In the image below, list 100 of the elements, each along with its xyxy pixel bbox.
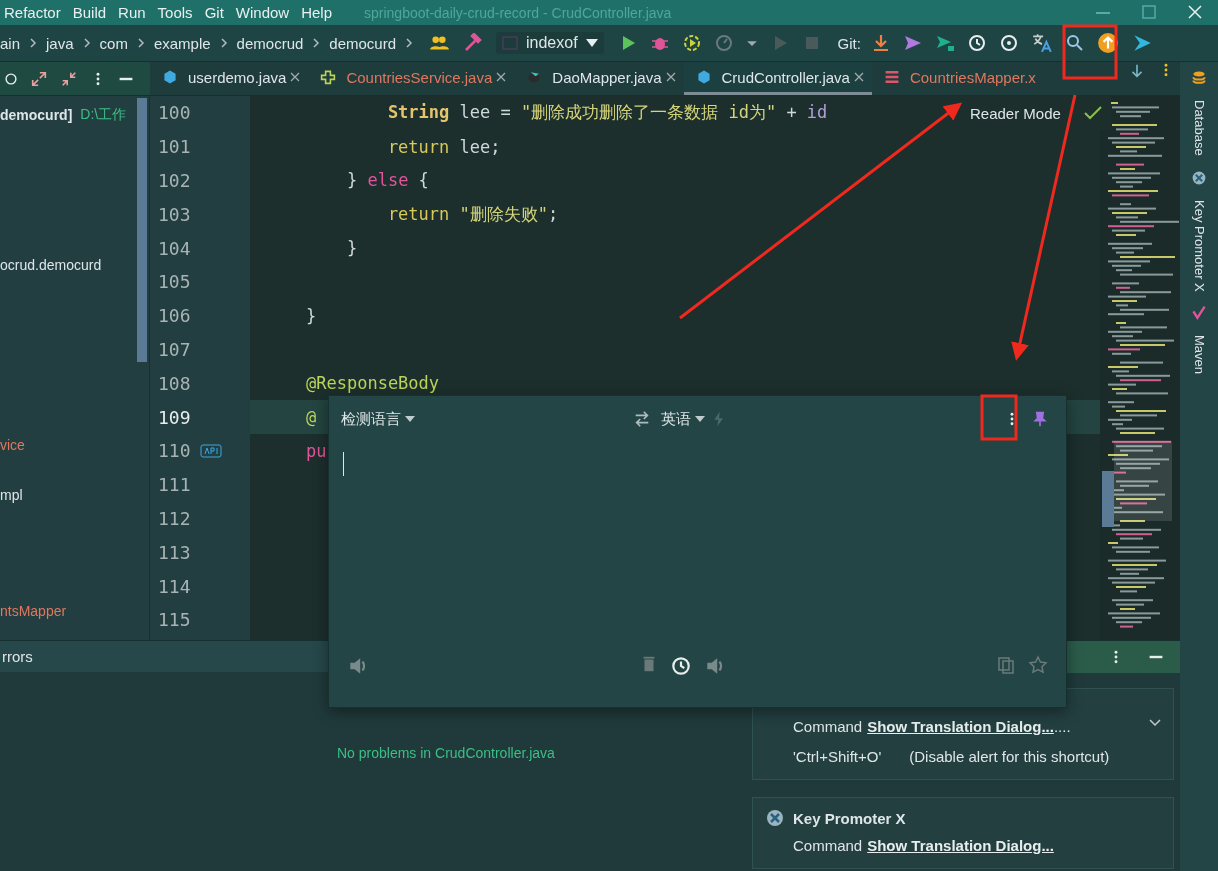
file-tab[interactable]: CountriesService.java [308,62,515,95]
command-link[interactable]: Show Translation Dialog... [867,836,1054,854]
close-icon[interactable] [853,72,864,82]
panel-tab[interactable]: rrors [0,648,90,665]
chevron-icon [218,38,229,48]
line-number: 107 [157,338,192,360]
code-line: } [305,305,317,326]
breadcrumb[interactable]: java [46,34,74,52]
code-line: @ [305,407,317,428]
breadcrumb[interactable]: com [99,34,128,52]
project-tree-item[interactable]: vice [0,437,25,453]
breadcrumb[interactable]: ain [0,34,21,52]
translate-icon[interactable] [1030,32,1053,54]
api-icon[interactable] [200,443,222,458]
status-message: No problems in CrudController.java [337,745,555,761]
file-tab[interactable]: CrudController.java [683,62,872,95]
close-icon[interactable] [665,72,676,82]
breadcrumb[interactable]: democurd [329,34,396,52]
notification-text: Command [793,836,863,854]
breadcrumb[interactable]: democrud [236,34,304,52]
code-line: String lee = "删除成功删除了一条数据 id为" + id [386,101,828,125]
menu-item[interactable]: Refactor [0,4,69,21]
notification-text: Command [793,717,863,735]
highlight-frame [1062,24,1118,80]
chevron-icon [404,38,414,48]
tool-window-tab[interactable]: Key Promoter X [1191,199,1207,292]
swap-icon[interactable] [633,410,651,428]
project-tree-item[interactable]: ocrud.democurd [0,257,102,273]
expand-icon[interactable] [30,69,48,88]
source-language-dropdown[interactable]: 检测语言 [341,409,415,429]
coverage-icon[interactable] [681,33,702,53]
caret-icon [585,39,598,47]
tool-window-tab[interactable]: Database [1191,100,1207,156]
menu-item[interactable]: Window [231,4,298,21]
reader-mode-label[interactable]: Reader Mode [970,104,1061,122]
line-number: 106 [157,305,192,327]
line-number: 115 [157,609,192,631]
menu-item[interactable]: Git [200,4,232,21]
plugin-icon [320,69,337,85]
line-number: 110 [157,440,192,462]
highlight-frame [980,394,1018,441]
file-tab[interactable]: DaoMapper.java [514,62,684,95]
scrollbar[interactable] [137,98,147,362]
breadcrumb[interactable]: example [153,34,211,52]
chevron-down-icon[interactable] [1149,719,1161,727]
send-lock-icon[interactable] [934,33,955,53]
code-minimap[interactable] [1100,96,1180,640]
history-icon[interactable] [669,655,692,677]
project-root[interactable]: democurd] [0,107,73,123]
shortcut-text: 'Ctrl+Shift+O' [793,747,882,765]
disable-alert-link[interactable]: (Disable alert for this shortcut) [909,747,1110,765]
target-language-dropdown[interactable]: 英语 [661,409,705,429]
menu-item[interactable]: Run [114,4,154,21]
file-tab[interactable]: CountriesMapper.x [871,62,1044,95]
file-tab[interactable]: userdemo.java [150,62,309,95]
cube-icon [695,69,712,85]
code-line: pu [305,440,327,461]
check-icon [1082,105,1103,121]
window-icon [502,35,518,51]
menu-item[interactable]: Build [68,4,115,21]
menu-item[interactable]: Help [297,4,340,21]
line-number: 112 [157,507,192,529]
line-number: 109 [157,406,192,428]
menu-item[interactable]: Tools [153,4,201,21]
lines-icon [883,69,900,85]
chevron-icon [135,38,146,48]
target-icon[interactable] [4,71,18,86]
line-number: 101 [157,136,192,158]
line-number: 111 [157,474,192,496]
chevron-icon [28,38,39,48]
run-configuration-dropdown[interactable]: indexof [496,32,604,54]
close-icon[interactable] [496,72,507,82]
database-icon [1191,70,1207,86]
line-number: 114 [157,575,192,597]
chevron-icon [81,38,92,48]
pin-icon[interactable] [1032,411,1048,427]
code-line: } [345,238,358,259]
star-icon[interactable] [1028,655,1048,675]
code-line: } else { [345,170,429,191]
project-path: D:\工作 [80,106,127,124]
close-icon[interactable] [290,72,301,82]
code-line: return lee; [386,136,501,157]
ellipsis-text: .... [1053,717,1071,735]
project-tree-item[interactable]: ntsMapper [0,603,67,619]
line-number: 108 [157,372,192,394]
git-label: Git: [837,34,861,52]
code-line: @ResponseBody [305,373,440,394]
notification-title: Key Promoter X [793,809,906,827]
send-icon[interactable] [902,33,923,53]
project-tree-item[interactable]: mpl [0,487,23,503]
caret-icon [695,416,705,422]
collapse-icon[interactable] [60,69,78,88]
search-icon[interactable] [1064,33,1085,53]
history-icon[interactable] [966,33,987,53]
line-number: 113 [157,541,192,563]
code-line: return "删除失败"; [386,202,559,226]
chevron-icon [311,38,322,48]
command-link[interactable]: Show Translation Dialog... [867,717,1054,735]
tool-window-tab[interactable]: Maven [1191,335,1207,375]
line-number: 104 [157,237,192,259]
